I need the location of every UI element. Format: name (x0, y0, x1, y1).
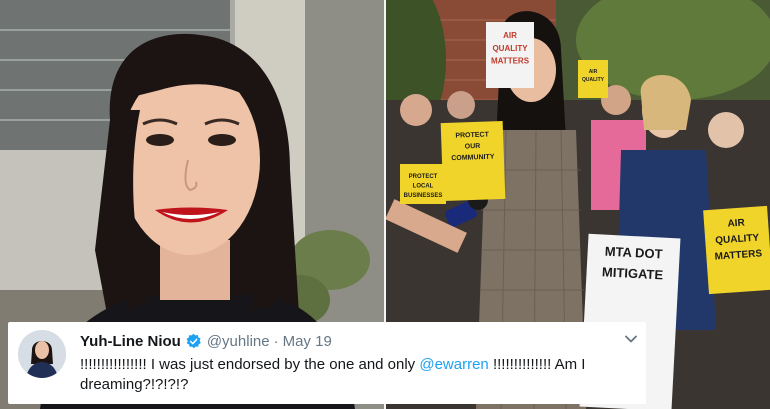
protest-sign: AIR QUALITY MATTERS (486, 22, 534, 88)
chevron-down-icon[interactable] (624, 332, 638, 346)
tweet-header: Yuh-Line Niou @yuhline · May 19 (80, 330, 332, 352)
protest-sign: PROTECTOURCOMMUNITY (440, 120, 506, 202)
protest-sign-text: AIR (589, 69, 598, 75)
display-name[interactable]: Yuh-Line Niou (80, 333, 181, 350)
protest-sign: AIR QUALITY (578, 60, 608, 98)
tweet-text-before: !!!!!!!!!!!!!!!! I was just endorsed by … (80, 356, 420, 373)
protest-sign-text: MITIGATE (602, 264, 664, 282)
tweet-card: Yuh-Line Niou @yuhline · May 19 !!!!!!!!… (8, 322, 646, 404)
mention-link[interactable]: @ewarren (419, 356, 488, 373)
avatar[interactable] (18, 330, 66, 378)
protest-sign-text: MATTERS (491, 57, 530, 66)
protest-sign-text: LOCAL (413, 184, 434, 190)
handle[interactable]: @yuhline (207, 333, 270, 350)
protest-sign-text: AIR (727, 217, 746, 229)
tweet-text: !!!!!!!!!!!!!!!! I was just endorsed by … (80, 355, 635, 395)
protest-sign-text: AIR (503, 31, 517, 40)
protest-sign-text: QUALITY (492, 44, 528, 53)
protest-sign: PROTECT LOCAL BUSINESSES (400, 164, 446, 204)
tweet-date[interactable]: May 19 (283, 333, 332, 350)
separator: · (273, 332, 279, 350)
protest-sign-text: PROTECT (455, 131, 489, 139)
protest-sign-text: OUR (465, 143, 481, 151)
protest-sign-text: QUALITY (582, 77, 605, 83)
verified-badge-icon (185, 333, 202, 350)
protest-sign-text: PROTECT (409, 174, 438, 180)
protest-sign-text: BUSINESSES (404, 193, 443, 199)
protest-sign-text: MTA DOT (604, 244, 663, 262)
profile-picture-icon (18, 330, 66, 378)
protest-sign: AIRQUALITYMATTERS (703, 205, 770, 295)
